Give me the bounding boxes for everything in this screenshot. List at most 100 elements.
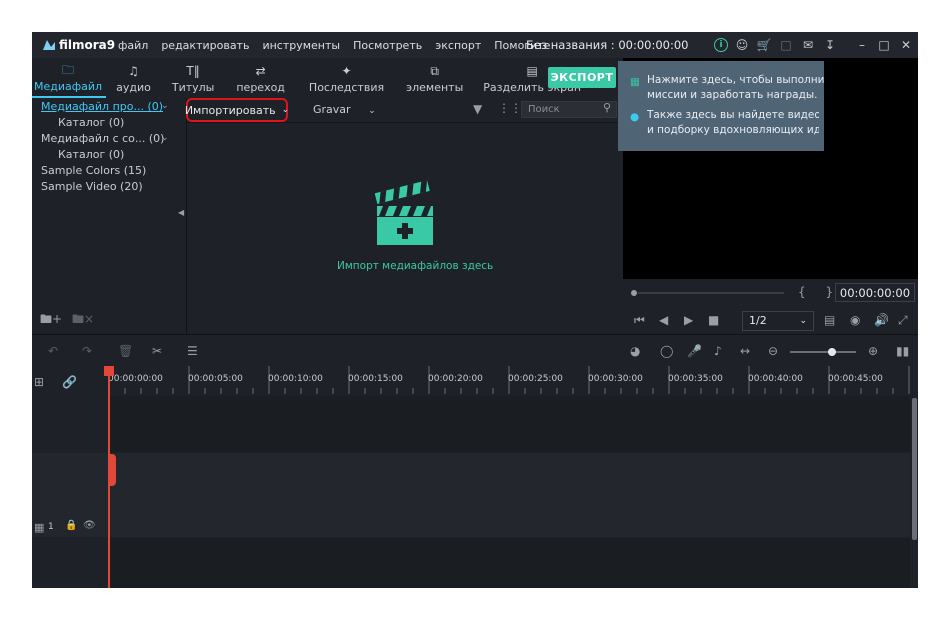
video-track-number: 1: [48, 522, 54, 532]
undo-icon[interactable]: ↶: [48, 344, 58, 358]
record-dropdown[interactable]: Gravar ⌄: [313, 103, 376, 116]
tab-media[interactable]: 🗀 Медиафайл: [32, 58, 107, 98]
preview-scrubber-track[interactable]: [638, 292, 784, 294]
module-tabs: 🗀 Медиафайл ♫ аудио T‖ Титулы ⇄ переход …: [32, 58, 622, 98]
timeline-zoom-handle[interactable]: [828, 348, 836, 356]
redo-icon[interactable]: ↷: [82, 344, 92, 358]
play-icon[interactable]: ▶: [684, 313, 693, 327]
video-track-1[interactable]: [108, 453, 910, 537]
add-track-icon[interactable]: ⊞: [34, 375, 44, 389]
marker-icon[interactable]: ◯: [660, 344, 673, 358]
tooltip-line-2a: Также здесь вы найдете видеоу: [647, 109, 819, 121]
ruler-label-10: 00:00:10:00: [268, 374, 323, 384]
eye-icon[interactable]: 👁: [83, 520, 96, 531]
menu-file[interactable]: файл: [118, 39, 148, 52]
transition-icon: ⇄: [255, 63, 266, 78]
account-icon[interactable]: ☺: [734, 37, 750, 53]
cut-icon[interactable]: ✂: [152, 344, 162, 358]
adjust-icon[interactable]: ☰: [187, 344, 198, 358]
delete-folder-icon[interactable]: 🖿×: [72, 310, 94, 331]
zoom-out-icon[interactable]: ⊖: [768, 344, 778, 358]
gift-icon: ▦: [630, 76, 640, 88]
skip-back-icon[interactable]: ⏮: [634, 313, 645, 328]
elements-icon: ⧉: [430, 63, 439, 78]
snapshot-icon[interactable]: ◉: [850, 313, 860, 327]
menu-export[interactable]: экспорт: [435, 39, 481, 52]
close-icon[interactable]: ✕: [898, 37, 914, 53]
playhead-track-handle[interactable]: [108, 454, 116, 486]
ruler-label-20: 00:00:20:00: [428, 374, 483, 384]
frame-back-icon[interactable]: ◀: [659, 313, 668, 327]
lightbulb-icon: ●: [630, 111, 640, 123]
fit-timeline-icon[interactable]: ↔: [740, 344, 750, 358]
app-logo-text: filmora9: [59, 38, 116, 52]
tooltip-line-1a: Нажмите здесь, чтобы выполни: [647, 74, 825, 86]
import-media-hint[interactable]: Импорт медиафайлов здесь: [337, 260, 493, 272]
chevron-down-icon[interactable]: ⌄: [161, 133, 169, 143]
sidebar-item-shared-media[interactable]: Медиафайл с со... (0): [41, 132, 164, 145]
media-sidebar: Медиафайл про... (0) ⌄ Каталог (0) Медиа…: [32, 98, 187, 334]
preview-timecode: 00:00:00:00: [835, 283, 915, 302]
maximize-icon[interactable]: □: [876, 37, 892, 53]
split-screen-icon: ▤: [526, 63, 538, 78]
filter-icon[interactable]: ▼: [473, 102, 482, 116]
timeline-toolbar: [32, 334, 918, 367]
chevron-down-icon[interactable]: ⌄: [161, 101, 169, 111]
zoom-in-icon[interactable]: ⊕: [868, 344, 878, 358]
tooltip-line-1b: миссии и заработать награды.: [647, 89, 818, 101]
menu-view[interactable]: Посмотреть: [353, 39, 422, 52]
menu-bar: файл редактировать инструменты Посмотрет…: [118, 32, 563, 58]
link-icon[interactable]: 🔗: [62, 375, 77, 389]
app-logo: filmora9: [42, 35, 115, 55]
minimize-icon[interactable]: –: [854, 37, 870, 53]
preview-zoom-select[interactable]: 1/2 ⌄: [742, 311, 814, 331]
sidebar-item-sample-colors[interactable]: Sample Colors (15): [41, 164, 146, 177]
audio-mixer-icon[interactable]: ♪: [714, 344, 722, 358]
tab-transitions[interactable]: ⇄ переход: [226, 58, 301, 98]
menu-tools[interactable]: инструменты: [262, 39, 340, 52]
timeline-ruler[interactable]: 00:00:00:00 00:00:05:00 00:00:10:00 00:0…: [108, 366, 918, 396]
trash-icon[interactable]: 🗑: [118, 344, 133, 358]
timeline-zoom-slider[interactable]: [790, 351, 856, 353]
sidebar-item-catalog-1[interactable]: Каталог (0): [58, 116, 124, 129]
stop-icon[interactable]: ■: [708, 313, 719, 327]
volume-icon[interactable]: 🔊: [874, 313, 889, 327]
record-label: Gravar: [313, 103, 351, 116]
timeline-scrollbar[interactable]: [912, 398, 917, 540]
chevron-down-icon: ⌄: [281, 105, 290, 115]
new-folder-icon[interactable]: 🖿+: [40, 310, 62, 331]
import-button[interactable]: Импортировать ⌄: [185, 98, 290, 122]
empty-track-area[interactable]: [108, 396, 910, 452]
info-icon[interactable]: i: [714, 38, 728, 52]
sidebar-item-sample-video[interactable]: Sample Video (20): [41, 180, 143, 193]
panel-toggle-icon[interactable]: ▮▮: [896, 344, 909, 358]
tab-audio[interactable]: ♫ аудио: [106, 58, 164, 98]
tab-effects[interactable]: ✦ Последствия: [301, 58, 396, 98]
sidebar-item-catalog-2[interactable]: Каталог (0): [58, 148, 124, 161]
tab-titles[interactable]: T‖ Титулы: [164, 58, 227, 98]
preview-scrubber-handle[interactable]: [631, 290, 637, 296]
lock-icon[interactable]: 🔒: [65, 520, 77, 531]
tab-elements[interactable]: ⧉ элементы: [396, 58, 475, 98]
video-track-icon: ▦: [34, 521, 45, 534]
download-icon[interactable]: ↧: [822, 37, 838, 53]
audio-track-1[interactable]: [108, 538, 910, 588]
sidebar-item-project-media[interactable]: Медиафайл про... (0): [41, 100, 163, 113]
cart-icon[interactable]: 🛒: [756, 37, 772, 53]
microphone-icon[interactable]: 🎤: [687, 344, 702, 358]
document-title: Без названия : 00:00:00:00: [526, 38, 689, 52]
fullscreen-icon[interactable]: ⤢: [898, 313, 908, 328]
tooltip-line-1: Нажмите здесь, чтобы выполни миссии и за…: [647, 73, 824, 103]
ruler-label-15: 00:00:15:00: [348, 374, 403, 384]
preview-zoom-value: 1/2: [749, 314, 767, 327]
playhead-top-handle[interactable]: [104, 366, 114, 376]
collapse-arrow-icon[interactable]: ◀: [178, 208, 184, 217]
render-icon[interactable]: ◕: [630, 344, 640, 358]
save-icon[interactable]: □: [778, 37, 794, 53]
text-icon: T‖: [186, 63, 200, 78]
render-preview-icon[interactable]: ▤: [824, 313, 835, 327]
export-button[interactable]: ЭКСПОРТ: [548, 67, 616, 88]
filmora-logo-icon: [43, 40, 55, 50]
menu-edit[interactable]: редактировать: [161, 39, 249, 52]
mail-icon[interactable]: ✉: [800, 37, 816, 53]
